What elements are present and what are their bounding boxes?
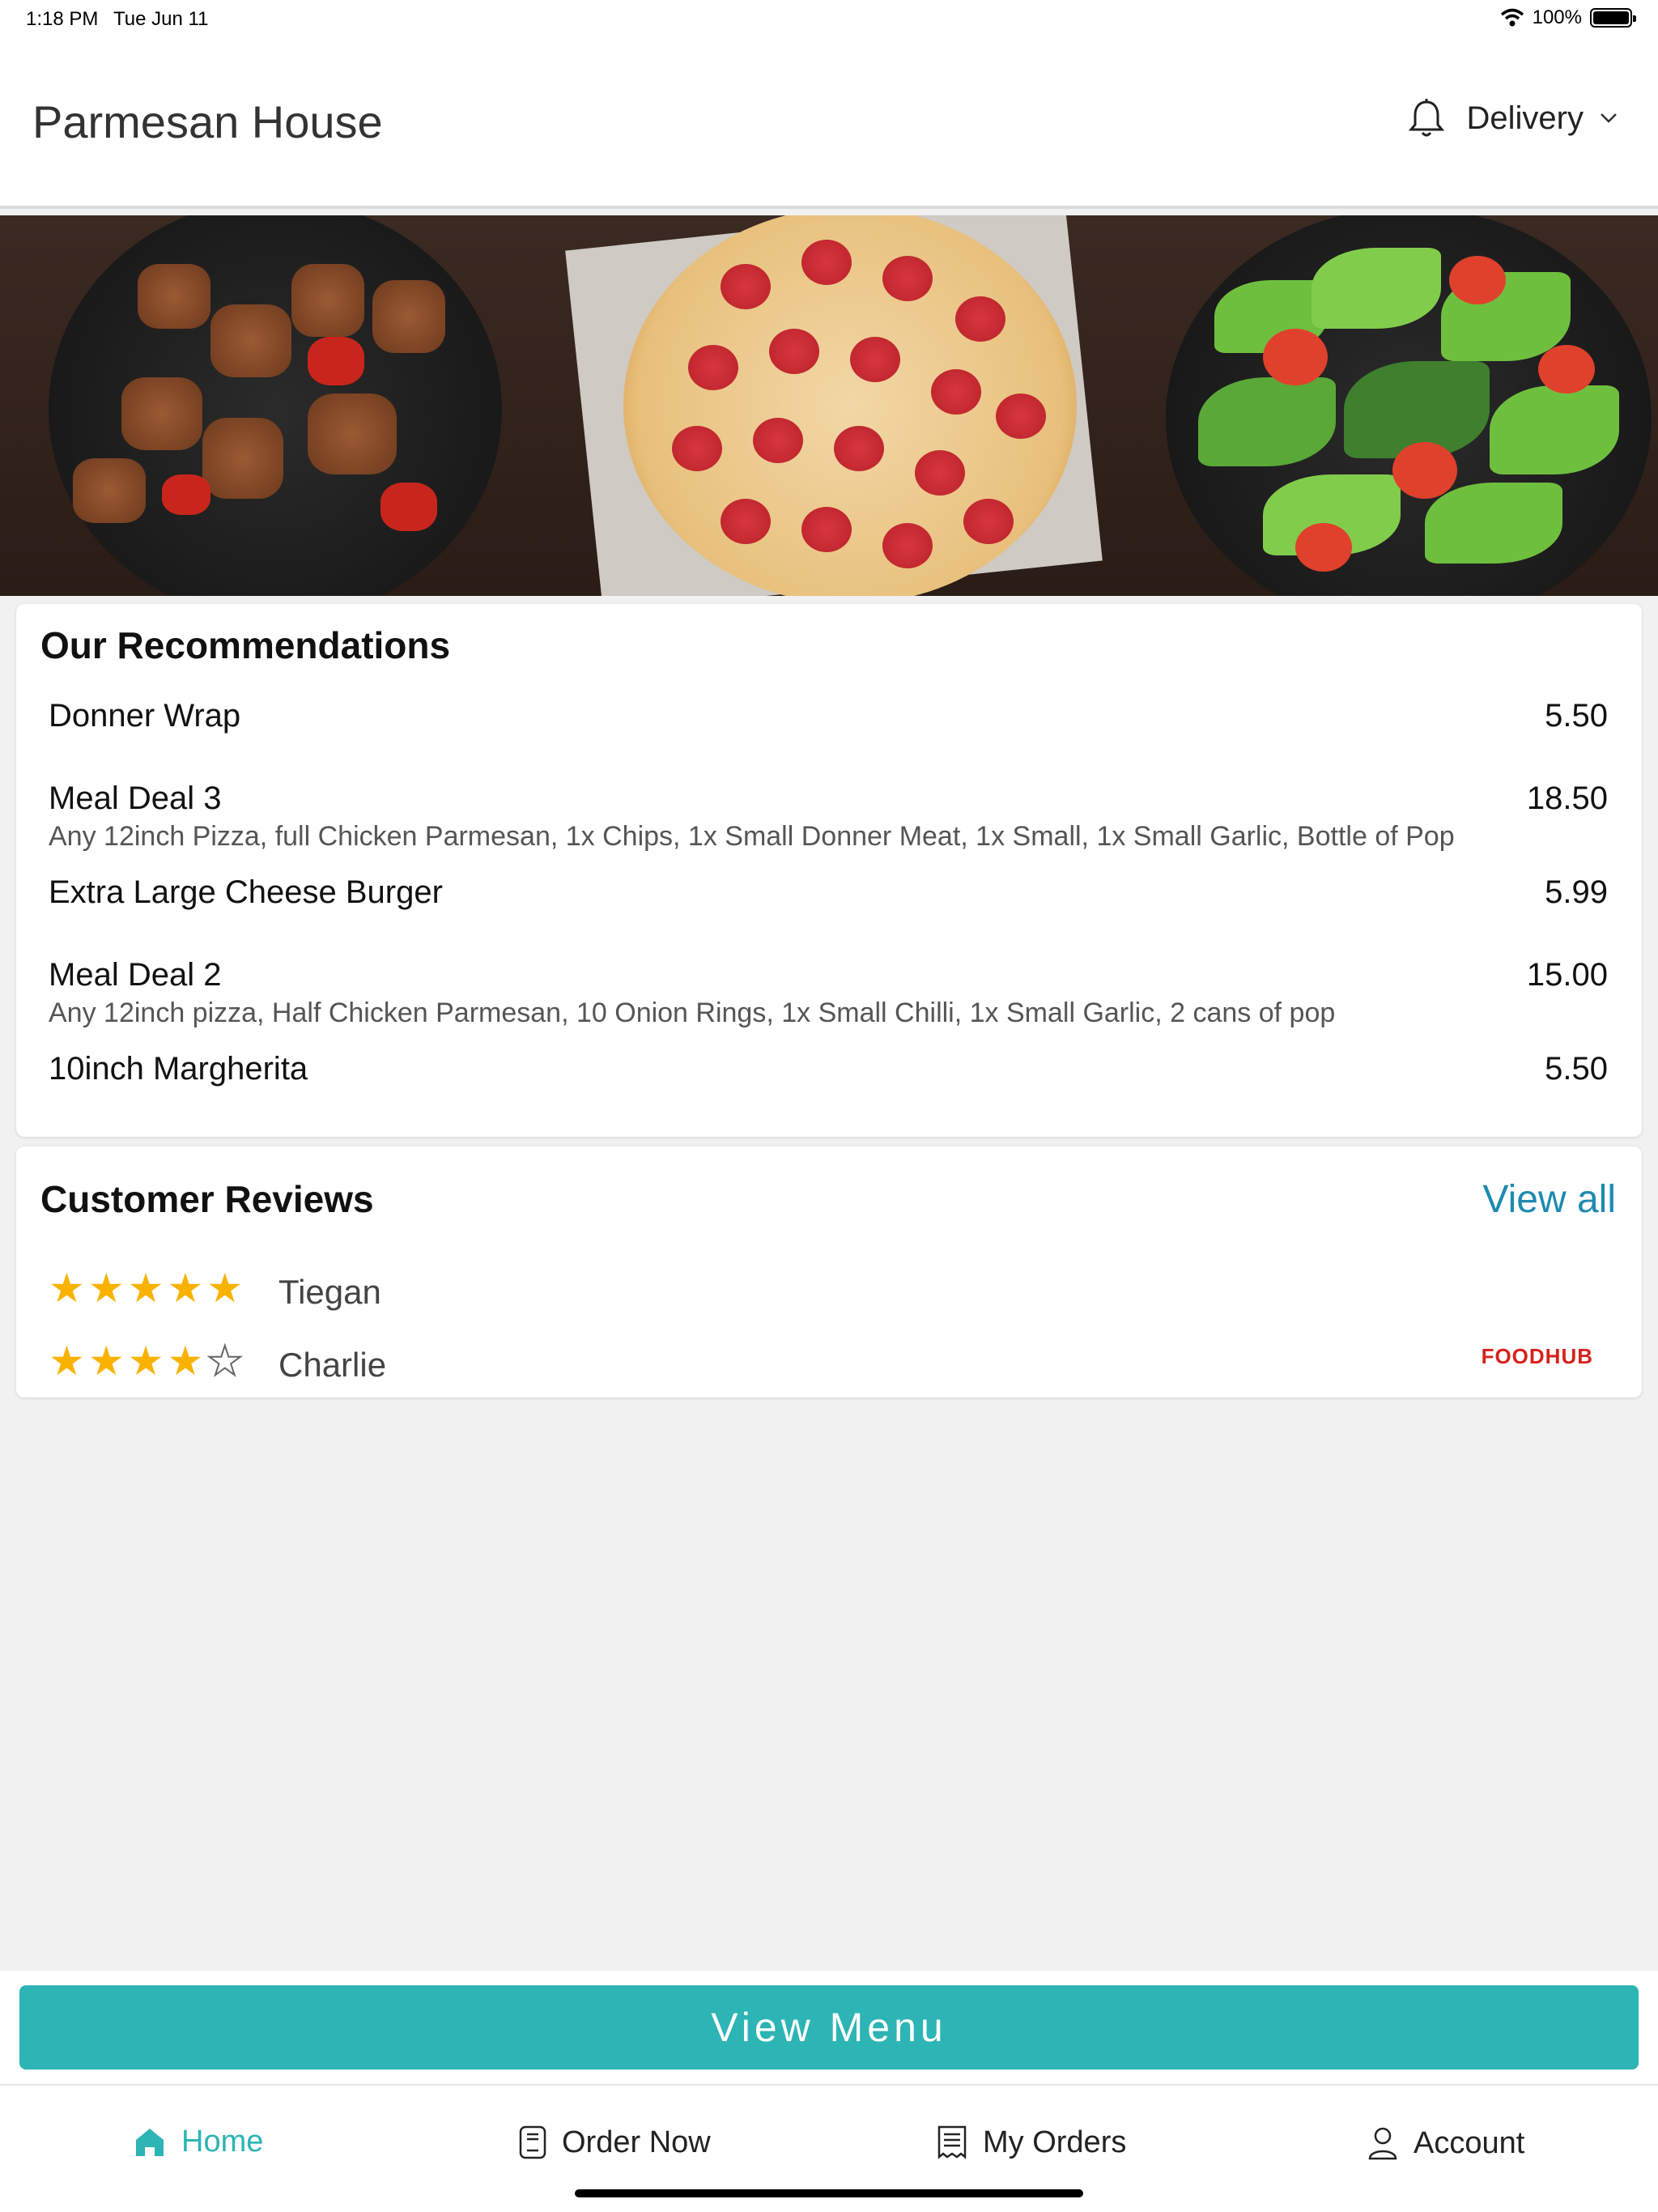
tab-account-label: Account [1414, 2125, 1525, 2160]
tab-home[interactable]: Home [133, 2125, 263, 2159]
star-empty-icon: ★ [206, 1338, 244, 1384]
menu-item-name: Donner Wrap [49, 698, 241, 734]
tab-my-orders-label: My Orders [983, 2125, 1127, 2159]
menu-item-price: 5.99 [1545, 874, 1608, 910]
user-icon [1368, 2127, 1397, 2160]
reviews-title: Customer Reviews [40, 1178, 374, 1220]
view-menu-area: View Menu [0, 1971, 1658, 2084]
menu-item-name: 10inch Margherita [49, 1051, 308, 1087]
battery-icon [1590, 8, 1636, 28]
battery-percent: 100% [1532, 6, 1582, 28]
star-rating: ★ ★ ★ ★ ★ [49, 1338, 244, 1384]
star-filled-icon: ★ [167, 1266, 204, 1311]
menu-item-price: 5.50 [1545, 1051, 1608, 1087]
star-filled-icon: ★ [127, 1338, 164, 1384]
tab-my-orders[interactable]: My Orders [936, 2125, 1126, 2160]
menu-item-price: 18.50 [1526, 781, 1608, 816]
star-filled-icon: ★ [87, 1266, 125, 1311]
tab-order-now-label: Order Now [562, 2125, 711, 2159]
star-filled-icon: ★ [87, 1338, 125, 1384]
reviewer-name: Tiegan [278, 1273, 381, 1311]
status-right: 100% [1500, 6, 1636, 29]
star-filled-icon: ★ [206, 1266, 244, 1311]
menu-item-name: Extra Large Cheese Burger [49, 874, 443, 910]
menu-item-description: Any 12inch Pizza, full Chicken Parmesan,… [49, 821, 1455, 852]
header-actions: Delivery [1408, 97, 1618, 139]
menu-item-description: Any 12inch pizza, Half Chicken Parmesan,… [49, 998, 1336, 1028]
status-bar: 1:18 PM Tue Jun 11 100% [0, 0, 1658, 39]
view-menu-button[interactable]: View Menu [19, 1985, 1639, 2069]
delivery-mode-label: Delivery [1466, 100, 1584, 136]
delivery-selector[interactable]: Delivery [1467, 100, 1618, 137]
tab-order-now[interactable]: Order Now [518, 2125, 711, 2160]
recommendations-card: Our Recommendations Donner Wrap 5.50 Mea… [16, 604, 1642, 1137]
star-filled-icon: ★ [127, 1266, 164, 1311]
tab-account[interactable]: Account [1367, 2125, 1524, 2162]
pepperoni-pizza [623, 215, 1077, 596]
chevron-down-icon [1601, 113, 1617, 123]
reviewer-name: Charlie [278, 1346, 387, 1384]
home-indicator[interactable] [575, 2189, 1083, 2197]
star-filled-icon: ★ [49, 1338, 85, 1384]
menu-item-price: 15.00 [1526, 957, 1608, 993]
status-time: 1:18 PM [26, 8, 99, 30]
star-filled-icon: ★ [167, 1338, 204, 1384]
menu-item-price: 5.50 [1545, 698, 1608, 734]
tab-home-label: Home [181, 2125, 264, 2159]
star-filled-icon: ★ [49, 1266, 85, 1311]
star-rating: ★ ★ ★ ★ ★ [49, 1268, 243, 1308]
menu-item-name: Meal Deal 3 [49, 781, 222, 816]
kebab-plate [49, 215, 502, 596]
wifi-icon [1500, 8, 1524, 27]
reviews-card: Customer Reviews View all ★ ★ ★ ★ ★ Tieg… [16, 1146, 1642, 1397]
restaurant-title: Parmesan House [32, 96, 383, 147]
bell-icon[interactable] [1408, 97, 1444, 139]
status-date: Tue Jun 11 [113, 8, 209, 30]
receipt-icon [937, 2125, 967, 2159]
menu-item-name: Meal Deal 2 [49, 957, 222, 993]
hero-banner-image [0, 215, 1658, 596]
order-icon [519, 2125, 546, 2159]
view-all-reviews-link[interactable]: View all [1482, 1177, 1616, 1222]
app-header: Parmesan House Delivery [0, 39, 1658, 209]
foodhub-logo: FOODHUB [1481, 1344, 1593, 1368]
recommendations-title: Our Recommendations [40, 624, 451, 666]
home-icon [136, 2128, 164, 2156]
